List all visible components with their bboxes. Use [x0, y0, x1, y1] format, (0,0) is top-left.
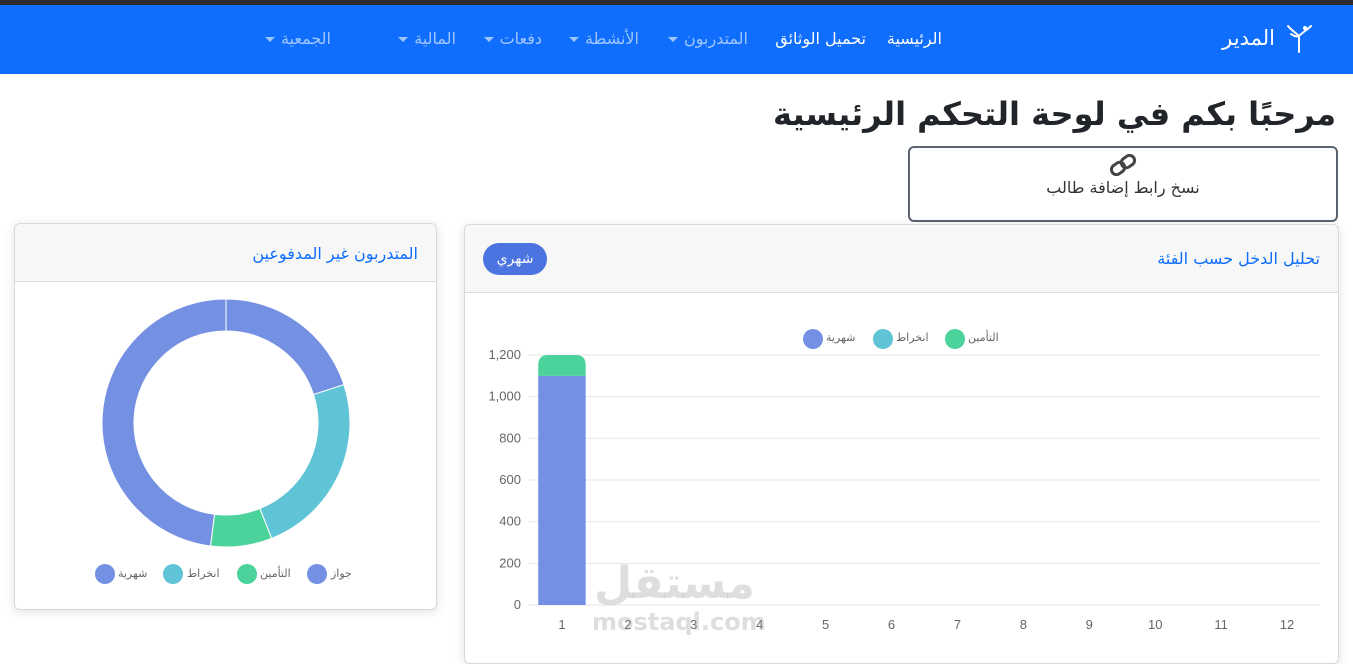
nav-documents-label: تحميل الوثائق — [775, 29, 866, 48]
bar-segment-2[interactable] — [538, 355, 586, 376]
x-tick-label: 12 — [1280, 617, 1294, 632]
page-title: مرحبًا بكم في لوحة التحكم الرئيسية — [773, 95, 1336, 133]
chevron-down-icon — [569, 37, 579, 42]
income-card-header: تحليل الدخل حسب الفئة شهري — [465, 225, 1338, 293]
doughnut-slice-3[interactable] — [101, 298, 227, 547]
x-tick-label: 11 — [1214, 617, 1228, 632]
monthly-filter-button[interactable]: شهري — [483, 243, 547, 275]
y-tick-label: 200 — [499, 555, 521, 570]
legend-label-passport[interactable]: جواز — [331, 567, 352, 580]
x-tick-label: 9 — [1086, 617, 1093, 632]
nav-finance-label: المالية — [414, 29, 456, 48]
doughnut-slice-0[interactable] — [225, 298, 345, 396]
watermark-latin: mostaql.com — [592, 608, 766, 636]
legend-label-registration[interactable]: انخراط — [187, 567, 220, 580]
y-tick-label: 1,200 — [488, 347, 521, 362]
brand-name: المدير — [1222, 26, 1275, 50]
chevron-down-icon — [668, 37, 678, 42]
nav-association[interactable]: الجمعية — [264, 29, 331, 48]
nav-association-label: الجمعية — [280, 29, 331, 48]
x-tick-label: 8 — [1020, 617, 1027, 632]
legend-label-monthly[interactable]: شهرية — [118, 567, 147, 580]
legend-swatch-monthly[interactable] — [95, 564, 115, 584]
legend-swatch-insurance[interactable] — [237, 564, 257, 584]
watermark-arabic: مستقل — [594, 558, 755, 609]
nav-home[interactable]: الرئيسية — [887, 29, 942, 48]
bar-segment-0[interactable] — [538, 375, 586, 605]
y-tick-label: 400 — [499, 514, 521, 529]
legend-swatch-registration[interactable] — [163, 564, 183, 584]
chevron-down-icon — [264, 37, 275, 42]
chevron-down-icon — [483, 37, 494, 42]
nav-batches[interactable]: دفعات — [483, 29, 542, 48]
nav-batches-label: دفعات — [499, 29, 542, 48]
unpaid-doughnut-chart — [101, 298, 351, 548]
link-icon — [1109, 154, 1137, 176]
unpaid-card-header: المتدربون غير المدفوعين — [15, 224, 436, 282]
legend-label-insurance[interactable]: التأمين — [260, 567, 291, 580]
y-tick-label: 600 — [499, 472, 521, 487]
copy-add-student-link-button[interactable]: نسخ رابط إضافة طالب — [908, 146, 1338, 222]
x-tick-label: 1 — [558, 617, 565, 632]
nav-activities[interactable]: الأنشطة — [569, 29, 639, 48]
y-tick-label: 800 — [499, 430, 521, 445]
doughnut-slice-2[interactable] — [209, 507, 273, 548]
y-tick-label: 0 — [514, 597, 521, 612]
x-tick-label: 5 — [822, 617, 829, 632]
copy-link-label: نسخ رابط إضافة طالب — [1046, 178, 1200, 197]
x-tick-label: 7 — [954, 617, 961, 632]
nav-home-label: الرئيسية — [886, 29, 942, 48]
brand-logo-icon — [1287, 25, 1312, 53]
unpaid-card-title: المتدربون غير المدفوعين — [252, 244, 418, 263]
unpaid-trainees-card: المتدربون غير المدفوعين شهرية انخراط الت… — [14, 223, 437, 610]
nav-trainees[interactable]: المتدربون — [668, 29, 748, 48]
top-navbar: المدير الرئيسية تحميل الوثائق المتدربون … — [0, 5, 1353, 74]
y-tick-label: 1,000 — [488, 389, 521, 404]
brand[interactable]: المدير — [1222, 22, 1313, 54]
x-tick-label: 6 — [888, 617, 895, 632]
doughnut-slice-1[interactable] — [259, 384, 351, 539]
legend-swatch-passport[interactable] — [307, 564, 327, 584]
nav-finance[interactable]: المالية — [398, 29, 456, 48]
chevron-down-icon — [398, 37, 409, 42]
x-tick-label: 10 — [1148, 617, 1162, 632]
nav-documents[interactable]: تحميل الوثائق — [775, 29, 866, 48]
nav-trainees-label: المتدربون — [684, 29, 748, 48]
income-card-title: تحليل الدخل حسب الفئة — [1157, 249, 1320, 268]
nav-activities-label: الأنشطة — [585, 29, 639, 48]
